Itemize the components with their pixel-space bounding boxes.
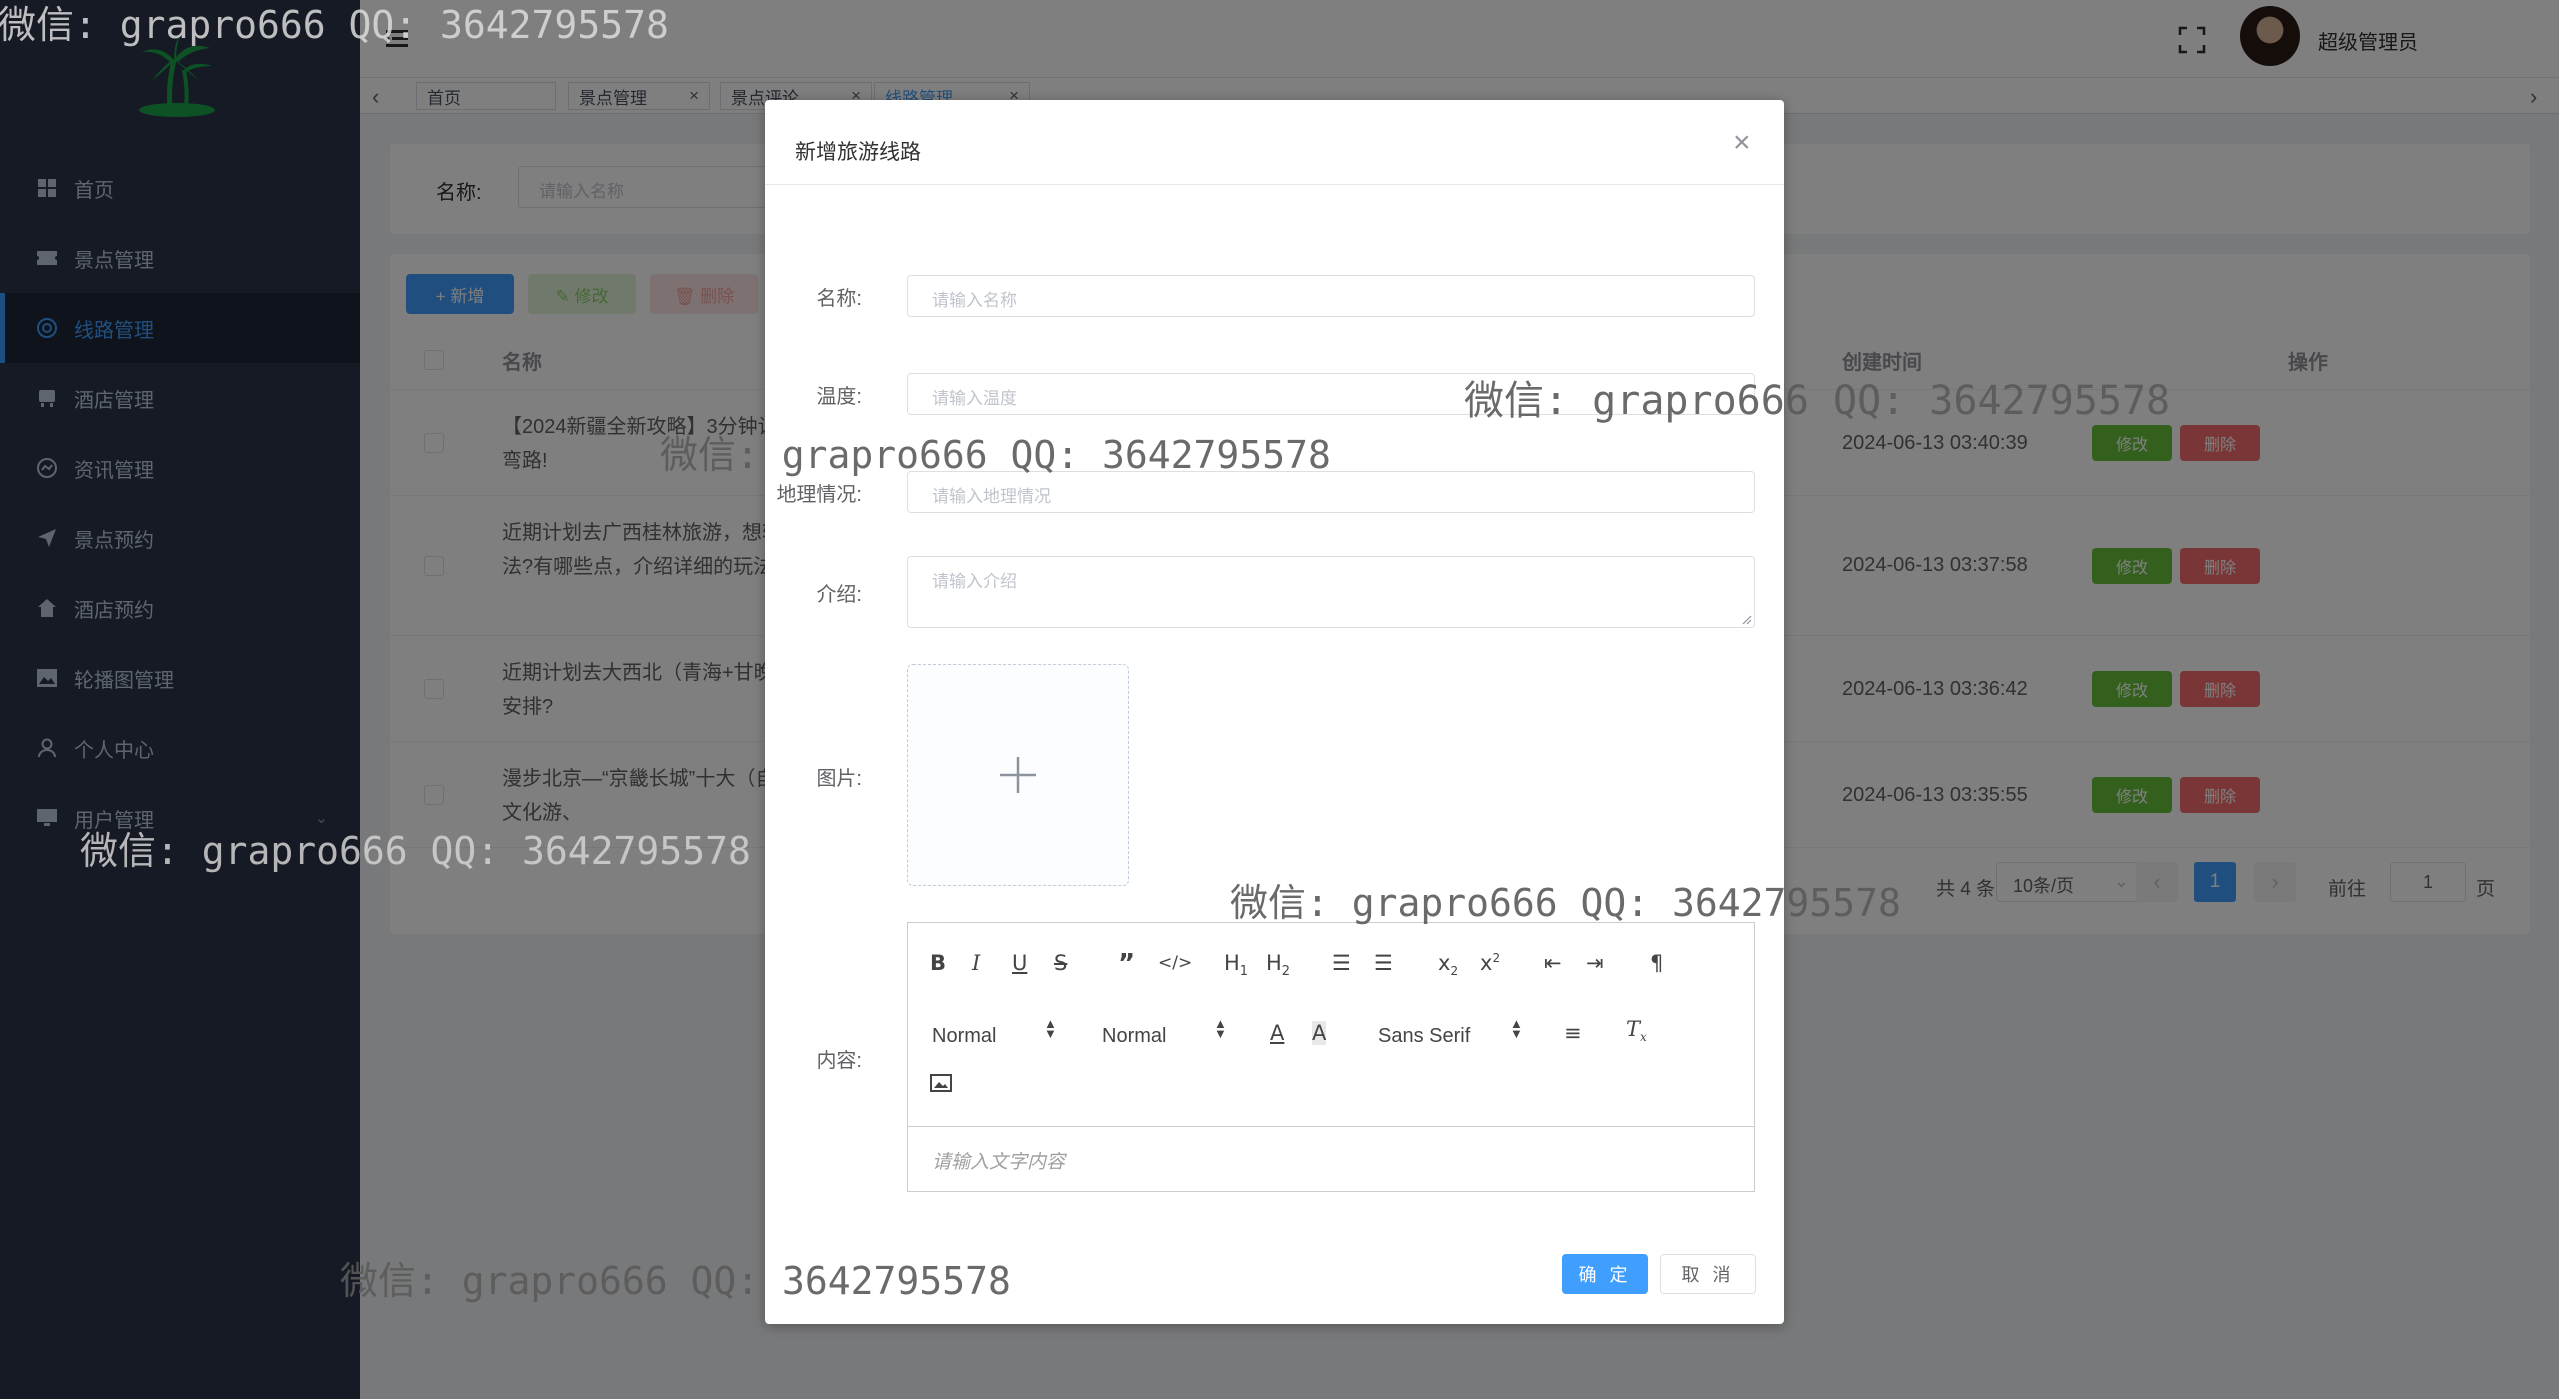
watermark-text: 微信: grapro666 QQ: 3642795578 [80,829,751,873]
editor-content[interactable]: 请输入文字内容 [932,1147,1065,1174]
underline-icon[interactable]: U [1012,951,1027,975]
header-select[interactable]: Normal [1102,1025,1166,1048]
background-color-icon[interactable]: A [1312,1021,1327,1045]
insert-image-icon[interactable] [930,1073,952,1097]
code-block-icon[interactable]: </> [1158,953,1192,973]
editor-toolbar: B I U S ” </> H1 H2 ☰ ☰ x2 x2 ⇤ ⇥ ¶ Norm… [908,923,1754,1127]
resize-handle-icon[interactable] [1742,615,1752,625]
font-size-select[interactable]: Normal [932,1025,996,1048]
header2-icon[interactable]: H2 [1266,951,1290,979]
strikethrough-icon[interactable]: S [1054,951,1067,975]
bold-icon[interactable]: B [930,951,946,975]
dialog-title: 新增旅游线路 [795,141,921,164]
subscript-icon[interactable]: x2 [1438,951,1458,978]
sort-caret-icon: ▲ ▼ [1214,1016,1227,1041]
confirm-button[interactable]: 确 定 [1562,1254,1648,1294]
superscript-icon[interactable]: x2 [1480,951,1500,975]
indent-icon[interactable]: ⇥ [1586,951,1604,975]
close-icon[interactable]: × [1733,128,1751,158]
bullet-list-icon[interactable]: ☰ [1374,951,1393,975]
ordered-list-icon[interactable]: ☰ [1332,951,1351,975]
temperature-label: 温度: [816,386,862,408]
header1-icon[interactable]: H1 [1224,951,1248,979]
sort-caret-icon: ▲ ▼ [1044,1016,1057,1041]
name-input[interactable]: 请输入名称 [907,275,1755,317]
intro-label: 介绍: [816,584,862,606]
rich-text-editor: B I U S ” </> H1 H2 ☰ ☰ x2 x2 ⇤ ⇥ ¶ Norm… [907,922,1755,1192]
font-color-icon[interactable]: A [1270,1021,1284,1045]
outdent-icon[interactable]: ⇤ [1544,951,1562,975]
image-label: 图片: [816,768,862,790]
watermark-text: 微信: grapro666 QQ: 3642795578 [660,433,1331,477]
align-icon[interactable]: ≡ [1564,1021,1582,1045]
watermark-text: 微信: grapro666 QQ: 3642795578 [1230,881,1901,925]
add-route-dialog: 新增旅游线路 × 名称: 请输入名称 温度: 请输入温度 地理情况: 请输入地理… [765,100,1784,1324]
intro-placeholder: 请输入介绍 [932,572,1017,591]
watermark-text: 微信: grapro666 QQ: 3642795578 [1464,378,2171,424]
sort-caret-icon: ▲ ▼ [1510,1016,1523,1041]
geography-label: 地理情况: [776,484,862,506]
image-upload[interactable] [907,664,1129,886]
watermark-text: 微信: grapro666 QQ: 3642795578 [340,1259,1011,1303]
text-direction-icon[interactable]: ¶ [1650,951,1663,975]
name-label: 名称: [816,288,862,310]
italic-icon[interactable]: I [972,951,980,975]
watermark-text: 微信: grapro666 QQ: 3642795578 [0,3,669,47]
plus-icon [1000,757,1036,793]
cancel-button[interactable]: 取 消 [1660,1254,1756,1294]
font-family-select[interactable]: Sans Serif [1378,1025,1470,1048]
intro-textarea[interactable]: 请输入介绍 [907,556,1755,628]
clear-format-icon[interactable]: Tx [1626,1017,1647,1044]
blockquote-icon[interactable]: ” [1118,949,1135,979]
content-label: 内容: [816,1050,862,1072]
dialog-divider [765,184,1784,185]
